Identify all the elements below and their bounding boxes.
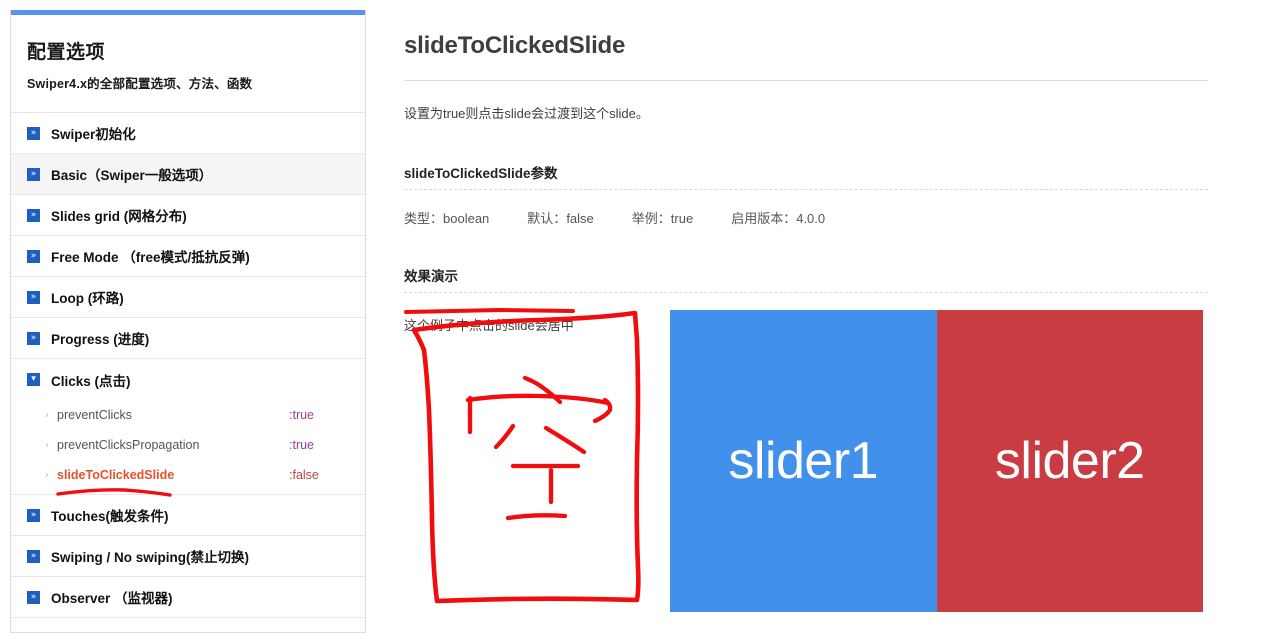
sidebar-item-label: Swiping / No swiping(禁止切换) bbox=[51, 550, 249, 565]
param-default-value: false bbox=[566, 211, 594, 226]
swiper-slide-1-label: slider1 bbox=[728, 432, 879, 490]
param-example-value: true bbox=[670, 211, 694, 226]
sidebar-item-label: Basic（Swiper一般选项） bbox=[51, 168, 213, 183]
chevron-double-right-icon: » bbox=[27, 126, 40, 140]
sidebar-header: 配置选项 Swiper4.x的全部配置选项、方法、函数 bbox=[11, 15, 365, 113]
sidebar-item-label: Observer （监视器) bbox=[51, 591, 173, 606]
param-type: 类型：boolean bbox=[404, 208, 489, 227]
sidebar-item-swiper-init[interactable]: » Swiper初始化 bbox=[11, 113, 365, 154]
sidebar-item-label: Clicks (点击) bbox=[51, 373, 131, 389]
param-type-label: 类型： bbox=[404, 211, 444, 226]
swiper-slide-1[interactable]: slider1 bbox=[670, 310, 937, 612]
sidebar-subtitle: Swiper4.x的全部配置选项、方法、函数 bbox=[27, 77, 253, 91]
sidebar-item-swiping[interactable]: » Swiping / No swiping(禁止切换) bbox=[11, 536, 365, 577]
param-default-label: 默认： bbox=[527, 211, 567, 226]
sidebar-subitem-value: :true bbox=[289, 408, 315, 422]
chevron-down-icon: ▾ bbox=[27, 373, 40, 386]
param-example: 举例：true bbox=[632, 208, 693, 227]
chevron-double-right-icon: » bbox=[27, 290, 40, 304]
sidebar-item-label: Free Mode （free模式/抵抗反弹) bbox=[51, 250, 250, 265]
demo-heading: 效果演示 bbox=[404, 269, 458, 284]
chevron-right-icon: › bbox=[45, 469, 49, 481]
sidebar-nav-list: » Swiper初始化 » Basic（Swiper一般选项） » Slides… bbox=[11, 113, 365, 618]
param-default: 默认：false bbox=[527, 208, 593, 227]
sidebar-title: 配置选项 bbox=[27, 42, 106, 63]
sidebar-subitem-value: :true bbox=[289, 438, 315, 452]
sidebar-subgroup-clicks: › preventClicks :true › preventClicksPro… bbox=[11, 400, 365, 495]
params-heading: slideToClickedSlide参数 bbox=[404, 166, 558, 181]
chevron-right-icon: › bbox=[45, 439, 49, 451]
sidebar-item-label: Swiper初始化 bbox=[51, 127, 136, 142]
sidebar-item-label: Slides grid (网格分布) bbox=[51, 209, 187, 224]
sidebar-card: 配置选项 Swiper4.x的全部配置选项、方法、函数 » Swiper初始化 … bbox=[10, 10, 366, 633]
chevron-double-right-icon: » bbox=[27, 249, 40, 263]
sidebar-subitem-label: preventClicks bbox=[57, 408, 133, 422]
chevron-double-right-icon: » bbox=[27, 331, 40, 345]
sidebar-item-clicks[interactable]: ▾ Clicks (点击) bbox=[11, 359, 365, 400]
params-divider bbox=[404, 189, 1208, 190]
sidebar-subitem-preventclickspropagation[interactable]: › preventClicksPropagation :true bbox=[11, 430, 365, 460]
chevron-double-right-icon: » bbox=[27, 590, 40, 604]
params-row: 类型：boolean 默认：false 举例：true 启用版本：4.0.0 bbox=[404, 208, 1208, 227]
chevron-double-right-icon: » bbox=[27, 508, 40, 522]
sidebar-subitem-label: slideToClickedSlide bbox=[57, 468, 175, 482]
sidebar-item-loop[interactable]: » Loop (环路) bbox=[11, 277, 365, 318]
swiper-slide-2-label: slider2 bbox=[994, 432, 1145, 490]
page-root: 配置选项 Swiper4.x的全部配置选项、方法、函数 » Swiper初始化 … bbox=[0, 0, 1268, 633]
param-type-value: boolean bbox=[443, 211, 490, 226]
param-version-label: 启用版本： bbox=[731, 211, 797, 226]
chevron-double-right-icon: » bbox=[27, 167, 40, 181]
chevron-right-icon: › bbox=[45, 409, 49, 421]
sidebar-subitem-label: preventClicksPropagation bbox=[57, 438, 200, 452]
page-description: 设置为true则点击slide会过渡到这个slide。 bbox=[404, 106, 649, 121]
sidebar-subitem-value: :false bbox=[289, 468, 319, 482]
sidebar-item-progress[interactable]: » Progress (进度) bbox=[11, 318, 365, 359]
sidebar-item-touches[interactable]: » Touches(触发条件) bbox=[11, 495, 365, 536]
sidebar-item-label: Progress (进度) bbox=[51, 332, 150, 347]
title-divider bbox=[404, 80, 1208, 81]
sidebar-item-observer[interactable]: » Observer （监视器) bbox=[11, 577, 365, 618]
sidebar-item-slides-grid[interactable]: » Slides grid (网格分布) bbox=[11, 195, 365, 236]
sidebar-subitem-slidetoclickedslide[interactable]: › slideToClickedSlide :false bbox=[11, 460, 365, 490]
sidebar: 配置选项 Swiper4.x的全部配置选项、方法、函数 » Swiper初始化 … bbox=[0, 0, 370, 633]
swiper-slide-2[interactable]: slider2 bbox=[936, 310, 1203, 612]
page-title: slideToClickedSlide bbox=[404, 32, 626, 59]
chevron-double-right-icon: » bbox=[27, 549, 40, 563]
param-version: 启用版本：4.0.0 bbox=[731, 208, 825, 227]
param-example-label: 举例： bbox=[631, 211, 671, 226]
sidebar-item-label: Loop (环路) bbox=[51, 291, 124, 306]
sidebar-item-free-mode[interactable]: » Free Mode （free模式/抵抗反弹) bbox=[11, 236, 365, 277]
sidebar-subitem-preventclicks[interactable]: › preventClicks :true bbox=[11, 400, 365, 430]
sidebar-item-basic[interactable]: » Basic（Swiper一般选项） bbox=[11, 154, 365, 195]
sidebar-item-label: Touches(触发条件) bbox=[51, 509, 169, 524]
chevron-double-right-icon: » bbox=[27, 208, 40, 222]
param-version-value: 4.0.0 bbox=[796, 211, 826, 226]
demo-divider bbox=[404, 292, 1208, 293]
swiper-demo-container[interactable]: slider1 slider2 bbox=[670, 310, 1203, 612]
